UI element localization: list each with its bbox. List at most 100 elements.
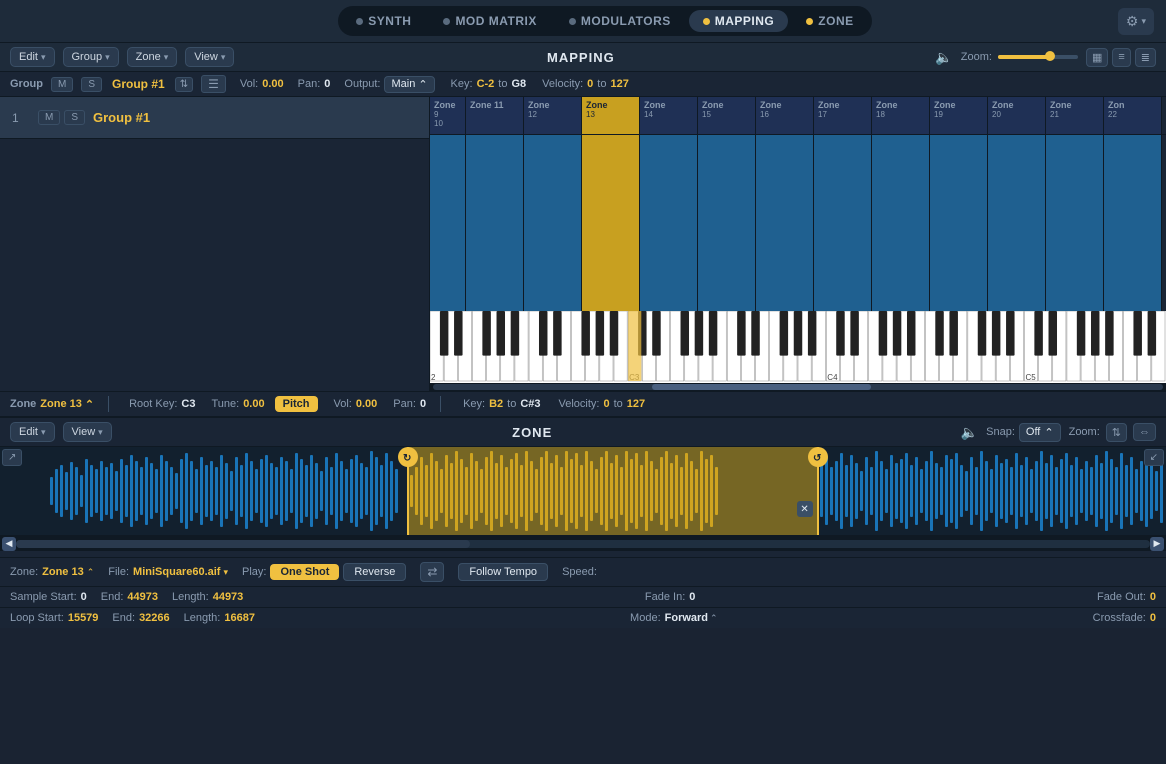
waveform-scroll-track[interactable]	[16, 540, 1150, 548]
vel-to[interactable]: 127	[610, 78, 628, 90]
gear-button[interactable]: ⚙ ▾	[1118, 8, 1154, 35]
output-select[interactable]: Main ⌃	[384, 76, 434, 93]
list-view-button[interactable]: ≡	[1112, 48, 1130, 67]
tab-modulators[interactable]: MODULATORS	[555, 10, 685, 32]
zone-header-9-10[interactable]: Zone 9 10	[430, 97, 466, 134]
detail-view-button[interactable]: ≣	[1135, 48, 1156, 67]
waveform-corner-tl-button[interactable]: ↗	[2, 449, 22, 466]
zone-header-21[interactable]: Zone 21	[1046, 97, 1104, 134]
edit-dropdown[interactable]: Edit ▾	[10, 47, 55, 67]
zone-header-19[interactable]: Zone 19	[930, 97, 988, 134]
group-list-button[interactable]: ☰	[201, 75, 226, 93]
group-s-button[interactable]: S	[81, 77, 102, 92]
zone-key-from[interactable]: B2	[489, 398, 503, 410]
piano-keyboard[interactable]: 2C3C4C5	[430, 311, 1166, 383]
zone-bar-21[interactable]	[1046, 135, 1104, 311]
bar-view-button[interactable]: ▦	[1086, 48, 1108, 67]
group-m-button[interactable]: M	[51, 77, 73, 92]
row-s-button[interactable]: S	[64, 110, 85, 125]
zone-header-18[interactable]: Zone 18	[872, 97, 930, 134]
zoom-slider[interactable]	[998, 55, 1078, 59]
zone-bar-14[interactable]	[640, 135, 698, 311]
loop-end-value[interactable]: 32266	[139, 612, 170, 624]
root-key-value[interactable]: C3	[181, 398, 195, 410]
zone-header-20[interactable]: Zone 20	[988, 97, 1046, 134]
zone-vel-to[interactable]: 127	[627, 398, 645, 410]
loop-length-value[interactable]: 16687	[224, 612, 255, 624]
bottom-zone-value-group[interactable]: Zone 13 ⌃	[42, 566, 94, 578]
fade-out-value[interactable]: 0	[1150, 591, 1156, 603]
one-shot-button[interactable]: One Shot	[270, 564, 339, 580]
zone-select-value[interactable]: Zone 13 ⌃	[40, 398, 94, 411]
group-row[interactable]: 1 M S Group #1	[0, 97, 429, 139]
pitch-button[interactable]: Pitch	[275, 396, 318, 412]
zone-bar-22[interactable]	[1104, 135, 1162, 311]
view-dropdown[interactable]: View ▾	[185, 47, 234, 67]
vel-from[interactable]: 0	[587, 78, 593, 90]
bottom-file-value-group[interactable]: MiniSquare60.aif ▾	[133, 566, 228, 578]
mode-value-group[interactable]: Forward ⌃	[665, 612, 718, 624]
waveform-corner-tr-button[interactable]: ↙	[1144, 449, 1164, 466]
vol-value[interactable]: 0.00	[262, 78, 283, 90]
piano-scroll-bar[interactable]	[430, 383, 1166, 391]
scroll-left-button[interactable]: ◀	[2, 537, 16, 551]
group-updown-button[interactable]: ⇅	[175, 77, 193, 92]
sample-length-value[interactable]: 44973	[213, 591, 244, 603]
tab-zone[interactable]: ZONE	[792, 10, 867, 32]
zone-vel-from[interactable]: 0	[603, 398, 609, 410]
zoom-fullfit-button[interactable]: ⇔	[1133, 423, 1156, 441]
zone-bar-18[interactable]	[872, 135, 930, 311]
zone-bar-12[interactable]	[524, 135, 582, 311]
zone-speaker-icon[interactable]: 🔈	[961, 424, 978, 441]
zone-header-11[interactable]: Zone 11	[466, 97, 524, 134]
zone-bar-15[interactable]	[698, 135, 756, 311]
zone-header-17[interactable]: Zone 17	[814, 97, 872, 134]
tune-value[interactable]: 0.00	[243, 398, 264, 410]
piano-scroll-thumb[interactable]	[652, 384, 871, 390]
zone-header-14[interactable]: Zone 14	[640, 97, 698, 134]
zone-view-dropdown[interactable]: View ▾	[63, 422, 112, 442]
fade-in-value[interactable]: 0	[689, 591, 695, 603]
zone-key-to[interactable]: C#3	[520, 398, 540, 410]
zone-dropdown[interactable]: Zone ▾	[127, 47, 178, 67]
tab-mod-matrix[interactable]: MOD MATRIX	[429, 10, 550, 32]
zone-bar-11[interactable]	[466, 135, 524, 311]
row-m-button[interactable]: M	[38, 110, 60, 125]
loop-start-value[interactable]: 15579	[68, 612, 99, 624]
pan-value[interactable]: 0	[324, 78, 330, 90]
zoom-fit-button[interactable]: ⇅	[1106, 423, 1127, 442]
zone-bar-13[interactable]	[582, 135, 640, 311]
waveform-canvas[interactable]: ↗ ↙	[0, 447, 1166, 535]
zone-header-13[interactable]: Zone 13	[582, 97, 640, 134]
waveform-scroll-thumb[interactable]	[16, 540, 470, 548]
group-dropdown[interactable]: Group ▾	[63, 47, 119, 67]
speaker-icon[interactable]: 🔈	[935, 49, 952, 66]
zone-header-16[interactable]: Zone 16	[756, 97, 814, 134]
zone-bar-16[interactable]	[756, 135, 814, 311]
tab-synth[interactable]: SYNTH	[342, 10, 425, 32]
key-to[interactable]: G8	[511, 78, 526, 90]
zone-header-15[interactable]: Zone 15	[698, 97, 756, 134]
scroll-right-button[interactable]: ▶	[1150, 537, 1164, 551]
zone-vol-value[interactable]: 0.00	[356, 398, 377, 410]
reverse-button[interactable]: Reverse	[343, 563, 406, 581]
sample-end-value[interactable]: 44973	[127, 591, 158, 603]
zone-header-22[interactable]: Zon 22	[1104, 97, 1162, 134]
zone-bar-17[interactable]	[814, 135, 872, 311]
follow-tempo-button[interactable]: Follow Tempo	[458, 563, 548, 581]
zoom-thumb[interactable]	[1045, 51, 1055, 61]
zone-bar-9-10[interactable]	[430, 135, 466, 311]
key-from[interactable]: C-2	[477, 78, 495, 90]
swap-icon-button[interactable]: ⇄	[420, 562, 444, 582]
zone-bar-19[interactable]	[930, 135, 988, 311]
snap-select[interactable]: Off ⌃	[1019, 423, 1061, 442]
tab-mapping[interactable]: MAPPING	[689, 10, 789, 32]
sample-start-value[interactable]: 0	[81, 591, 87, 603]
piano-scroll-track[interactable]	[433, 384, 1163, 390]
zone-bar-20[interactable]	[988, 135, 1046, 311]
close-marker-button[interactable]: ✕	[797, 501, 813, 517]
zone-pan-value[interactable]: 0	[420, 398, 426, 410]
crossfade-value[interactable]: 0	[1150, 612, 1156, 624]
zone-edit-dropdown[interactable]: Edit ▾	[10, 422, 55, 442]
zone-header-12[interactable]: Zone 12	[524, 97, 582, 134]
